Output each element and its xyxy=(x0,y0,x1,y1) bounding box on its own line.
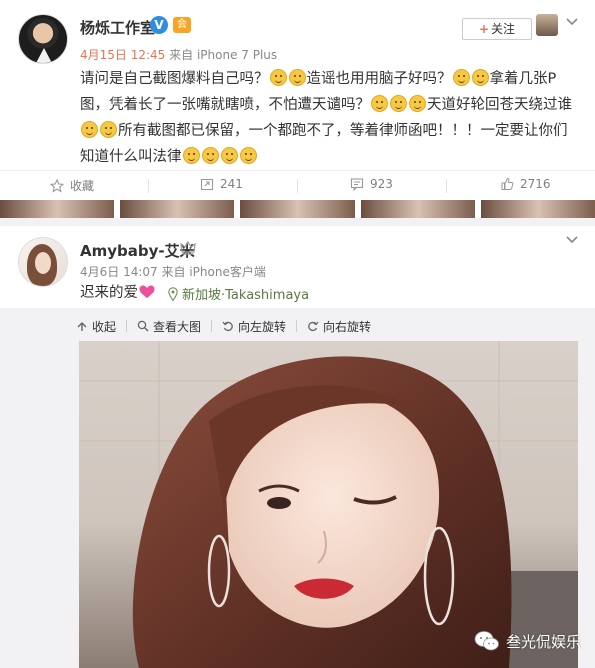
verified-badge-icon: V xyxy=(150,16,168,34)
divider xyxy=(126,320,128,332)
smile-emoji-icon xyxy=(81,121,98,138)
smile-emoji-icon xyxy=(288,69,306,86)
collapse-button[interactable]: 收起 xyxy=(76,318,116,335)
divider xyxy=(148,179,149,193)
watermark-text: 叁光侃娱乐 xyxy=(506,632,582,651)
smile-emoji-icon xyxy=(269,69,287,86)
heart-emoji-icon xyxy=(139,285,155,298)
comment-count: 923 xyxy=(370,177,393,191)
post-meta: 4月15日 12:45 来自 iPhone 7 Plus xyxy=(80,46,277,63)
image-toolbar: 收起 查看大图 向左旋转 向右旋转 xyxy=(76,317,371,335)
crown-badge-icon xyxy=(180,241,196,255)
smile-emoji-icon xyxy=(220,147,238,164)
rotate-left-label: 向左旋转 xyxy=(238,319,287,334)
repost-count: 241 xyxy=(220,177,243,191)
plus-icon: + xyxy=(478,22,490,36)
like-count: 2716 xyxy=(520,177,551,191)
username[interactable]: Amybaby-艾米 xyxy=(80,240,195,261)
wechat-icon xyxy=(474,631,499,651)
timestamp[interactable]: 4月6日 14:07 xyxy=(80,265,158,279)
smile-emoji-icon xyxy=(452,69,470,86)
post-source: 来自 iPhone客户端 xyxy=(161,265,266,279)
post-source: 来自 iPhone 7 Plus xyxy=(169,48,278,62)
star-icon xyxy=(50,178,64,193)
rotate-left-button[interactable]: 向左旋转 xyxy=(222,318,286,335)
post-text-segment: 迟来的爱 xyxy=(80,285,138,301)
divider xyxy=(211,320,213,332)
location-label: 新加坡·Takashimaya xyxy=(182,288,310,303)
divider xyxy=(296,320,298,332)
post-text: 迟来的爱 xyxy=(80,283,155,303)
follow-button[interactable]: + 关注 xyxy=(462,18,532,40)
favorite-label: 收藏 xyxy=(70,179,95,193)
comment-icon xyxy=(350,178,364,191)
smile-emoji-icon xyxy=(201,147,219,164)
favorite-button[interactable]: 收藏 xyxy=(50,177,94,194)
watermark: 叁光侃娱乐 xyxy=(474,630,581,652)
repost-button[interactable]: 241 xyxy=(200,177,243,191)
post-text-segment: 所有截图都已保留，一个都跑不了，等着律师函吧！！！一定要让你们知道什么叫法律 xyxy=(80,123,568,165)
image-thumbnail-strip xyxy=(0,200,595,218)
image-thumbnail[interactable] xyxy=(120,200,241,218)
location-pin-icon xyxy=(168,286,178,301)
image-thumbnail[interactable] xyxy=(480,200,595,218)
selfie-photo-image xyxy=(79,341,578,668)
timestamp[interactable]: 4月15日 12:45 xyxy=(80,48,165,62)
feed-divider xyxy=(0,218,595,226)
post-text-segment: 请问是自己截图爆料自己吗？ xyxy=(80,71,269,87)
avatar[interactable] xyxy=(18,14,68,64)
collapse-label: 收起 xyxy=(92,319,117,334)
post-text-segment: 造谣也用用脑子好吗？ xyxy=(306,71,452,87)
smile-emoji-icon xyxy=(390,95,407,112)
weibo-post-1: 杨烁工作室 V 会 4月15日 12:45 来自 iPhone 7 Plus +… xyxy=(0,0,595,170)
post-text-segment: 天道好轮回苍天绕过谁 xyxy=(427,97,572,113)
rotate-right-button[interactable]: 向右旋转 xyxy=(307,318,371,335)
smile-emoji-icon xyxy=(182,147,200,164)
image-thumbnail[interactable] xyxy=(0,200,121,218)
image-thumbnail[interactable] xyxy=(240,200,361,218)
smile-emoji-icon xyxy=(471,69,489,86)
thumbs-up-icon xyxy=(501,177,514,190)
repost-icon xyxy=(200,178,214,191)
divider xyxy=(446,179,447,193)
vip-badge-icon: 会 xyxy=(173,17,191,33)
username[interactable]: 杨烁工作室 xyxy=(80,17,155,38)
post-actions-bar: 收藏 241 923 2716 xyxy=(0,170,595,200)
rotate-right-label: 向右旋转 xyxy=(323,319,372,334)
location-link[interactable]: 新加坡·Takashimaya xyxy=(168,284,309,303)
post-meta: 4月6日 14:07 来自 iPhone客户端 xyxy=(80,263,266,280)
smile-emoji-icon xyxy=(100,121,117,138)
smile-emoji-icon xyxy=(409,95,426,112)
smile-emoji-icon xyxy=(371,95,388,112)
follow-label: 关注 xyxy=(491,22,516,36)
view-large-label: 查看大图 xyxy=(153,319,202,334)
post-photo[interactable] xyxy=(79,341,578,668)
like-button[interactable]: 2716 xyxy=(500,177,551,191)
chevron-down-icon[interactable] xyxy=(565,14,579,28)
recommended-avatar[interactable] xyxy=(536,14,558,36)
arrow-up-icon xyxy=(77,322,87,331)
chevron-down-icon[interactable] xyxy=(565,232,579,246)
magnifier-icon xyxy=(137,320,149,332)
rotate-right-icon xyxy=(308,321,319,332)
divider xyxy=(297,179,298,193)
smile-emoji-icon xyxy=(239,147,257,164)
post-text: 请问是自己截图爆料自己吗？ 造谣也用用脑子好吗？ 拿着几张P图，凭着长了一张嘴就瞎喷… xyxy=(80,66,580,170)
avatar[interactable] xyxy=(18,237,68,287)
view-large-button[interactable]: 查看大图 xyxy=(137,318,201,335)
comment-button[interactable]: 923 xyxy=(350,177,393,191)
rotate-left-icon xyxy=(222,321,233,332)
image-thumbnail[interactable] xyxy=(360,200,481,218)
